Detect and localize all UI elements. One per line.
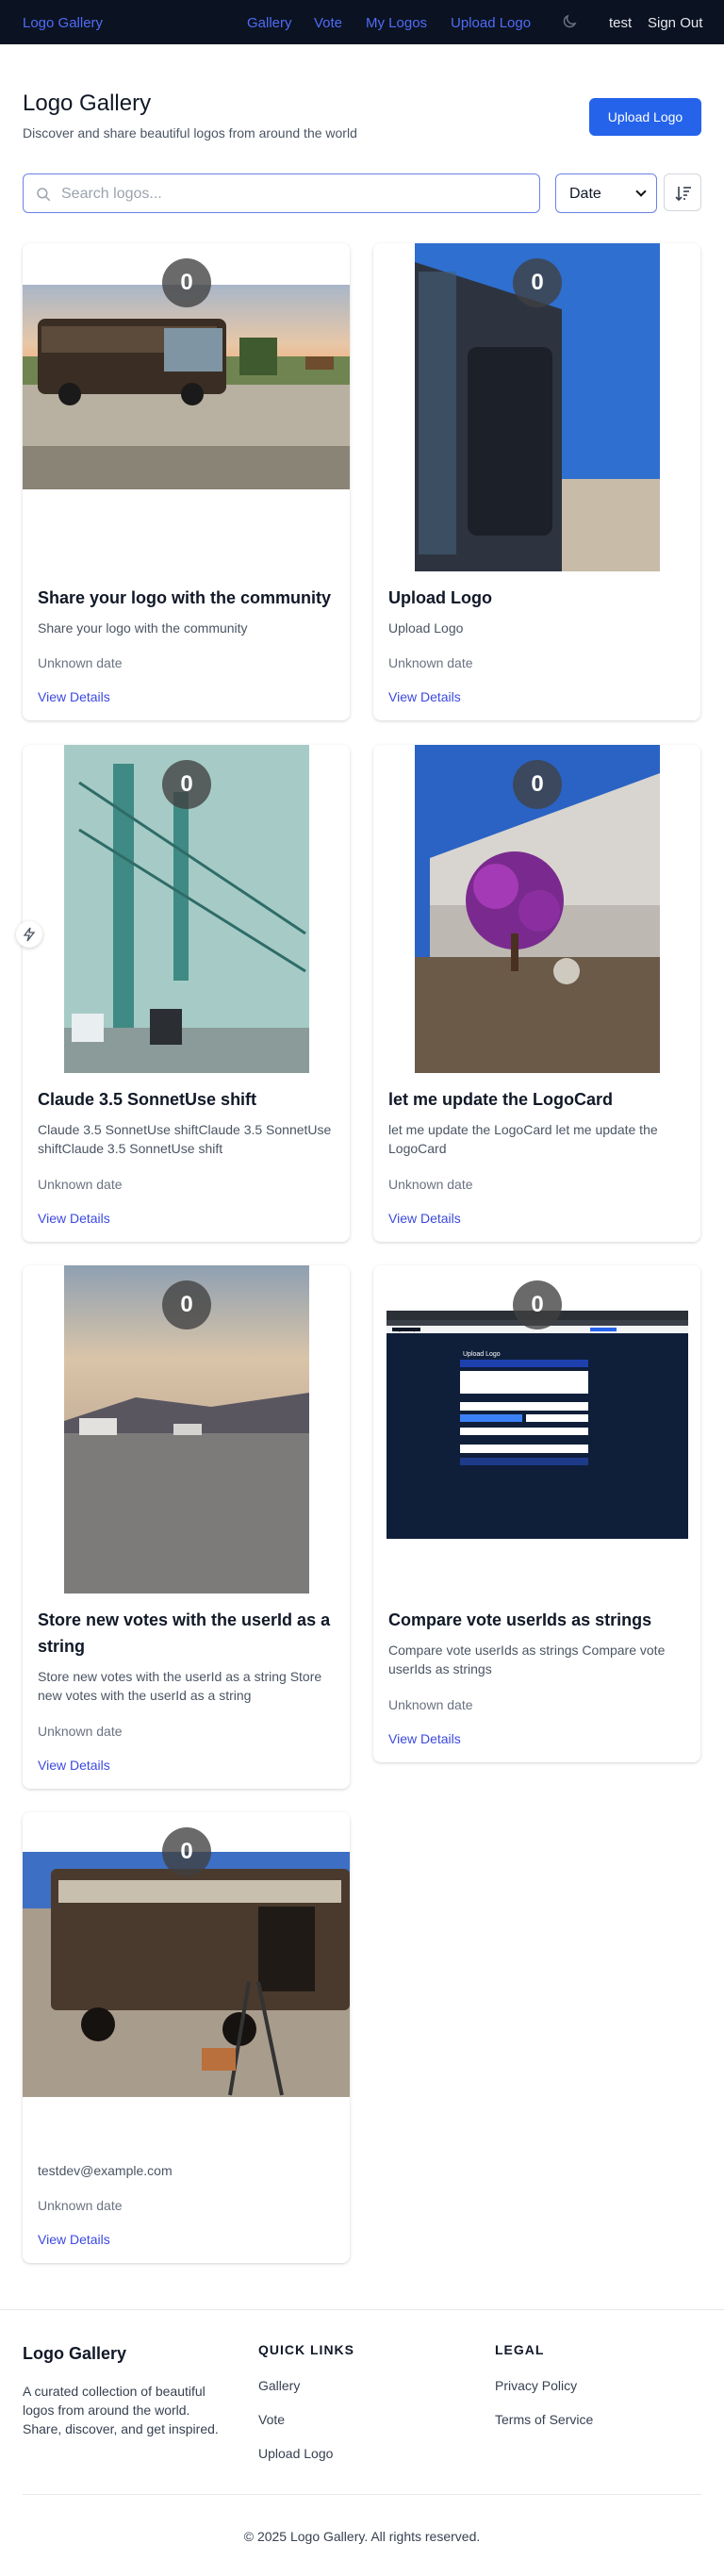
card-description: Store new votes with the userId as a str… [38, 1669, 322, 1703]
footer-divider [0, 2309, 724, 2310]
sort-descending-icon [675, 187, 691, 202]
sign-out-button[interactable]: Sign Out [648, 15, 702, 31]
vote-count-badge: 0 [162, 1827, 211, 1876]
lightning-icon [23, 927, 36, 942]
card-description: Compare vote userIds as strings Compare … [388, 1643, 666, 1676]
footer-link-gallery[interactable]: Gallery [258, 2378, 300, 2393]
chevron-down-icon [635, 186, 647, 197]
vote-count-badge: 0 [162, 1280, 211, 1329]
top-navbar: Logo Gallery Gallery Vote My Logos Uploa… [0, 0, 724, 44]
sort-direction-button[interactable] [664, 173, 701, 211]
footer-description: A curated collection of beautiful logos … [23, 2384, 219, 2436]
vote-count-badge: 0 [513, 760, 562, 809]
logo-card[interactable]: 0 testdev@example.com Unknown date View … [23, 1812, 350, 2263]
vote-count-badge: 0 [513, 1280, 562, 1329]
page-title: Logo Gallery [23, 91, 152, 116]
card-title: Compare vote userIds as strings [388, 1610, 652, 1629]
screenshot-upload-title: Upload Logo [463, 1351, 501, 1358]
footer-link-terms[interactable]: Terms of Service [495, 2412, 593, 2427]
screenshot-brand: Logo Gallery [394, 1328, 416, 1332]
view-details-link[interactable]: View Details [388, 1731, 461, 1746]
search-icon [37, 188, 51, 202]
logo-card[interactable]: 0 let me update the LogoCard let me upda… [373, 745, 700, 1242]
card-date: Unknown date [38, 1177, 123, 1192]
card-description: let me update the LogoCard let me update… [388, 1122, 658, 1156]
nav-link-vote[interactable]: Vote [314, 15, 342, 31]
footer-legal-heading: LEGAL [495, 2342, 545, 2357]
card-description: testdev@example.com [38, 2163, 173, 2178]
search-input[interactable]: Search logos... [23, 173, 540, 213]
footer-link-upload-logo[interactable]: Upload Logo [258, 2446, 333, 2461]
nav-link-upload-logo[interactable]: Upload Logo [451, 15, 531, 31]
card-date: Unknown date [38, 2198, 123, 2213]
vote-count-badge: 0 [513, 258, 562, 307]
footer-brand: Logo Gallery [23, 2344, 127, 2363]
upload-logo-button[interactable]: Upload Logo [589, 98, 701, 136]
card-date: Unknown date [38, 655, 123, 670]
card-description: Share your logo with the community [38, 620, 248, 636]
card-description: Upload Logo [388, 620, 464, 636]
card-title: Claude 3.5 SonnetUse shift [38, 1090, 257, 1109]
view-details-link[interactable]: View Details [38, 689, 110, 704]
card-date: Unknown date [388, 655, 473, 670]
nav-link-gallery[interactable]: Gallery [247, 15, 292, 31]
card-title: Store new votes with the userId as a str… [38, 1610, 331, 1656]
view-details-link[interactable]: View Details [38, 1758, 110, 1773]
copyright: © 2025 Logo Gallery. All rights reserved… [243, 2529, 481, 2544]
footer-link-vote[interactable]: Vote [258, 2412, 285, 2427]
side-panel-toggle[interactable] [16, 921, 42, 948]
card-date: Unknown date [388, 1177, 473, 1192]
search-placeholder: Search logos... [61, 186, 162, 202]
user-name: test [609, 15, 633, 31]
card-description: Claude 3.5 SonnetUse shiftClaude 3.5 Son… [38, 1122, 332, 1156]
vote-count-badge: 0 [162, 760, 211, 809]
logo-card[interactable]: 0 Claude 3.5 SonnetUse shift Claude 3.5 … [23, 745, 350, 1242]
moon-icon[interactable] [561, 13, 578, 30]
page-subtitle: Discover and share beautiful logos from … [23, 125, 357, 140]
sort-select-value: Date [569, 186, 601, 202]
footer-link-privacy[interactable]: Privacy Policy [495, 2378, 577, 2393]
logo-card[interactable]: Upload Logo Logo Gallery 0 Compare vote … [373, 1265, 700, 1762]
card-title: let me update the LogoCard [388, 1090, 614, 1109]
card-date: Unknown date [388, 1697, 473, 1712]
nav-brand-link[interactable]: Logo Gallery [23, 15, 103, 31]
logo-card[interactable]: 0 Store new votes with the userId as a s… [23, 1265, 350, 1789]
view-details-link[interactable]: View Details [38, 1211, 110, 1226]
footer-quick-links-heading: QUICK LINKS [258, 2342, 354, 2357]
footer-bottom-divider [23, 2494, 701, 2495]
card-title: Upload Logo [388, 588, 492, 607]
card-date: Unknown date [38, 1724, 123, 1739]
view-details-link[interactable]: View Details [388, 689, 461, 704]
view-details-link[interactable]: View Details [38, 2232, 110, 2247]
logo-card[interactable]: 0 Upload Logo Upload Logo Unknown date V… [373, 243, 700, 720]
nav-link-my-logos[interactable]: My Logos [366, 15, 427, 31]
logo-card[interactable]: 0 Share your logo with the community Sha… [23, 243, 350, 720]
card-title: Share your logo with the community [38, 588, 332, 607]
vote-count-badge: 0 [162, 258, 211, 307]
sort-select[interactable]: Date [555, 173, 657, 213]
view-details-link[interactable]: View Details [388, 1211, 461, 1226]
